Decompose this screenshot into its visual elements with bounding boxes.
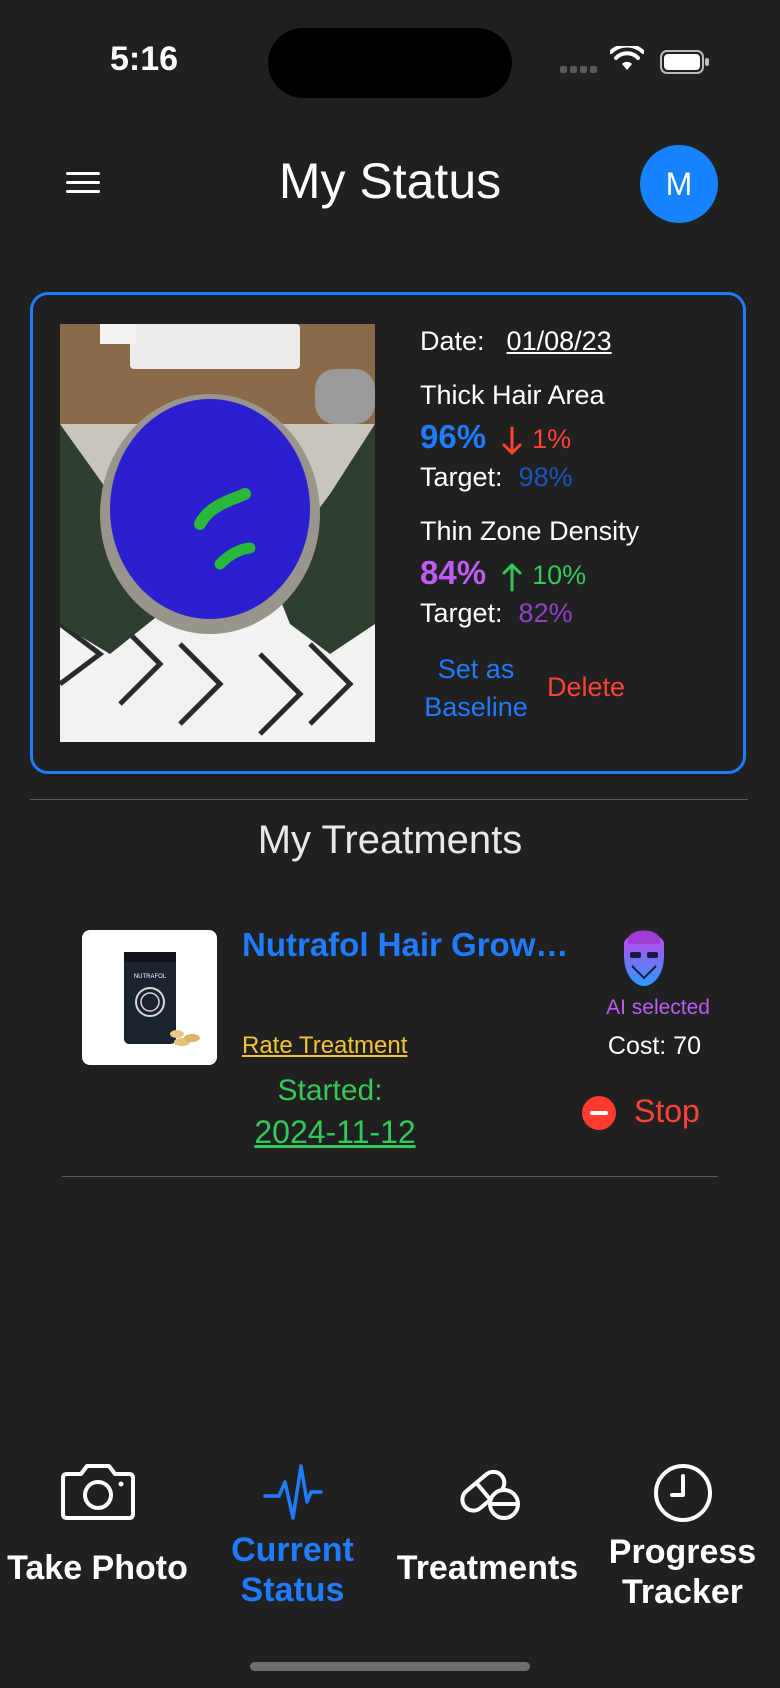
avatar-initial: M — [665, 165, 693, 202]
rate-treatment-link[interactable]: Rate Treatment — [242, 1032, 407, 1060]
treatment-cost: Cost: 70 — [607, 1032, 701, 1060]
date-value[interactable]: 01/08/23 — [507, 326, 612, 356]
product-image[interactable]: NUTRAFOL — [82, 930, 217, 1065]
set-baseline-line2: Baseline — [424, 692, 528, 722]
status-bar-time: 5:16 — [110, 40, 179, 78]
tab-take-photo[interactable]: Take Photo — [0, 1462, 195, 1588]
battery-icon — [660, 50, 709, 74]
thick-hair-target-row: Target: 98% — [420, 462, 573, 493]
scan-date-row: Date: 01/08/23 — [420, 326, 612, 357]
thin-zone-row: 84% 10% — [420, 554, 586, 592]
tab-current-status-line1: Current — [231, 1531, 354, 1569]
tab-progress-tracker-label: Progress Tracker — [609, 1532, 756, 1612]
supplement-bottle-image: NUTRAFOL — [124, 952, 200, 1046]
cellular-signal-icon — [560, 66, 598, 74]
treatment-divider — [62, 1176, 718, 1177]
clock-icon — [653, 1464, 712, 1522]
stop-minus-icon[interactable] — [582, 1096, 616, 1130]
heartbeat-icon — [262, 1464, 323, 1520]
product-brand-text: NUTRAFOL — [134, 974, 167, 980]
tab-treatments[interactable]: Treatments — [390, 1462, 585, 1588]
tab-current-status-label: Current Status — [231, 1530, 354, 1610]
scalp-photo[interactable] — [60, 324, 375, 742]
thin-zone-change: 10% — [532, 560, 587, 590]
arrow-down-icon — [502, 426, 522, 455]
set-baseline-button[interactable]: Set as Baseline — [416, 650, 536, 726]
treatments-section-title: My Treatments — [257, 818, 523, 862]
wifi-icon — [610, 46, 644, 70]
pill-icon — [459, 1469, 520, 1520]
thin-zone-label: Thin Zone Density — [420, 516, 640, 546]
thick-hair-target-label: Target: — [420, 462, 503, 492]
tab-progress-tracker-line1: Progress — [608, 1533, 757, 1571]
thick-hair-value: 96% — [420, 418, 487, 455]
dynamic-island — [268, 28, 512, 98]
scalp-photo-image — [60, 324, 375, 742]
set-baseline-line1: Set as — [437, 654, 515, 684]
arrow-up-icon — [502, 563, 522, 592]
thin-zone-target-value: 82% — [518, 598, 573, 628]
delete-button[interactable]: Delete — [547, 672, 625, 703]
home-indicator[interactable] — [250, 1662, 530, 1671]
stop-treatment-button[interactable]: Stop — [634, 1093, 700, 1130]
thin-zone-value: 84% — [420, 554, 487, 591]
thick-hair-change: 1% — [532, 424, 572, 454]
thin-zone-target-row: Target: 82% — [420, 598, 573, 629]
profile-avatar[interactable]: M — [640, 145, 718, 223]
thin-zone-target-label: Target: — [420, 598, 503, 628]
tab-take-photo-label: Take Photo — [7, 1549, 188, 1587]
thick-hair-label: Thick Hair Area — [420, 380, 605, 410]
section-divider — [30, 799, 748, 800]
date-label: Date: — [420, 326, 485, 356]
camera-icon — [60, 1464, 135, 1520]
tab-current-status[interactable]: Current Status — [195, 1462, 390, 1610]
thick-hair-row: 96% 1% — [420, 418, 571, 456]
started-label: Started: — [277, 1074, 383, 1107]
ai-face-icon — [624, 930, 664, 986]
tab-current-status-line2: Status — [240, 1571, 345, 1609]
tab-treatments-label: Treatments — [396, 1549, 579, 1587]
started-date[interactable]: 2024-11-12 — [230, 1114, 440, 1151]
treatment-name[interactable]: Nutrafol Hair Growt... — [242, 926, 572, 964]
ai-selected-label: AI selected — [606, 996, 710, 1019]
tab-progress-tracker-line2: Tracker — [622, 1573, 743, 1611]
tab-progress-tracker[interactable]: Progress Tracker — [585, 1462, 780, 1612]
thick-hair-target-value: 98% — [518, 462, 573, 492]
